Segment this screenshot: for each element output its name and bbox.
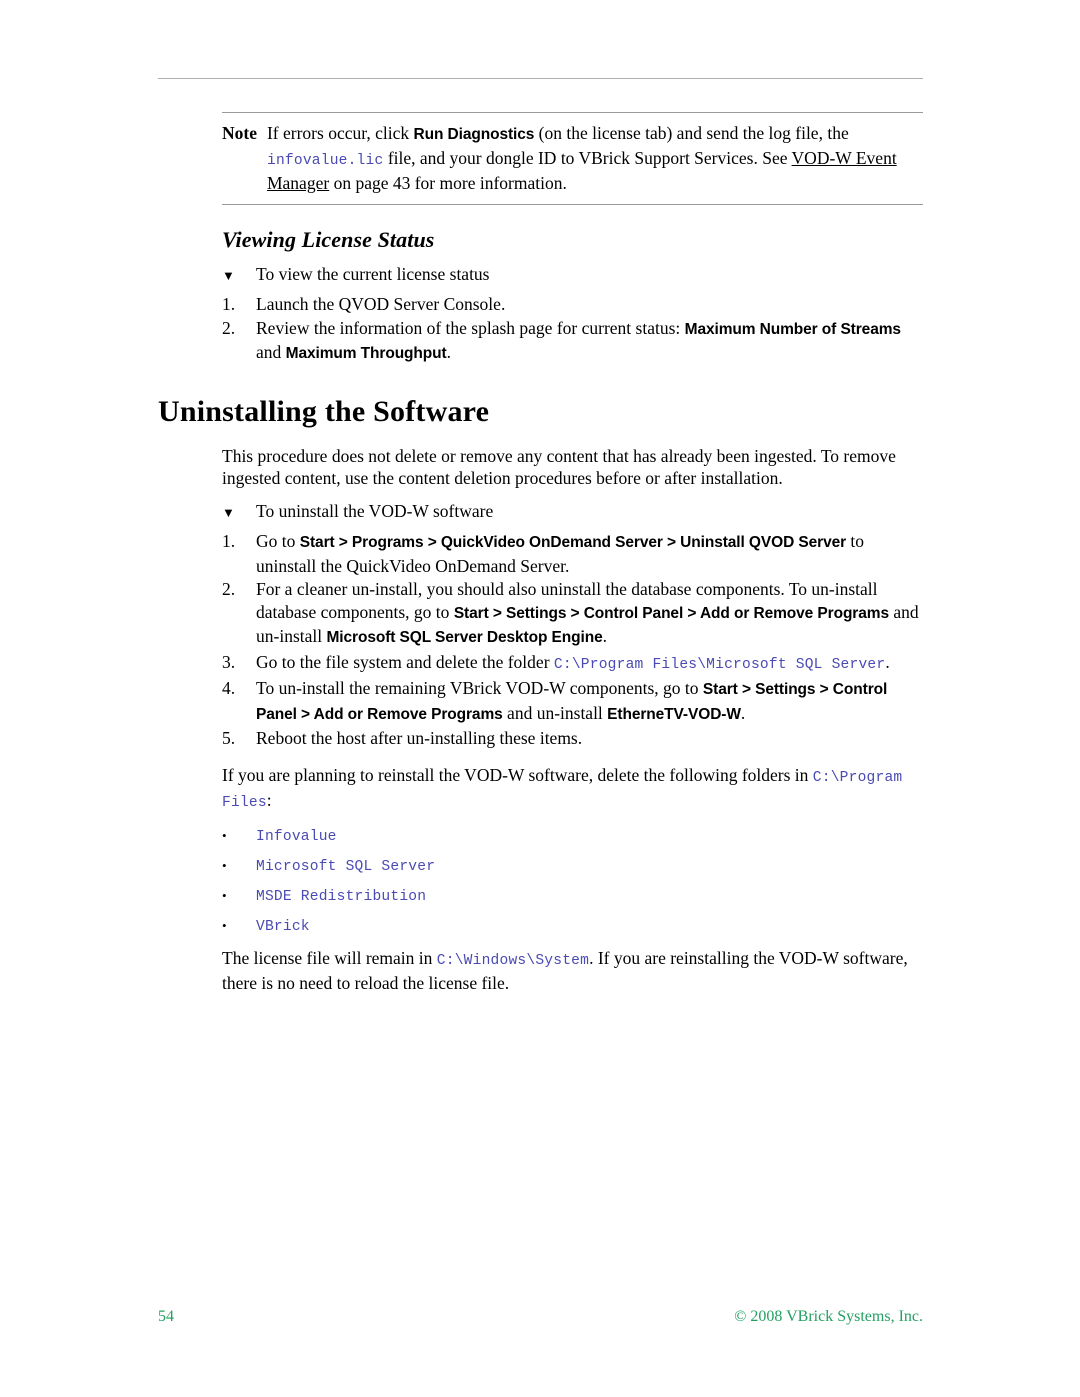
folder-name: VBrick (256, 918, 310, 935)
list-item: • Microsoft SQL Server (222, 857, 923, 875)
folder-name: Microsoft SQL Server (256, 858, 436, 875)
step-text-2: and (256, 342, 286, 362)
step-text: Go to the file system and delete the fol… (256, 651, 923, 677)
license-text-1: The license file will remain in (222, 947, 437, 968)
list-item: • MSDE Redistribution (222, 887, 923, 905)
license-file-paragraph: The license file will remain in C:\Windo… (222, 947, 923, 995)
note-row: Note If errors occur, click Run Diagnost… (222, 122, 923, 195)
license-steps-list: 1. Launch the QVOD Server Console. 2. Re… (222, 293, 923, 366)
reinstall-paragraph: If you are planning to reinstall the VOD… (222, 764, 923, 815)
folder-name: Infovalue (256, 828, 337, 845)
uninstall-procedure-heading: ▼ To uninstall the VOD-W software (222, 500, 923, 525)
step-text-3: . (602, 626, 608, 646)
max-throughput-term: Maximum Throughput (285, 345, 447, 362)
list-item: 1. Launch the QVOD Server Console. (222, 293, 923, 316)
step-number: 4. (222, 678, 236, 698)
list-item: 2. Review the information of the splash … (222, 317, 923, 366)
start-menu-path-term: Start > Programs > QuickVideo OnDemand S… (299, 534, 847, 551)
step-number: 1. (222, 294, 236, 314)
license-procedure-title: To view the current license status (256, 263, 490, 284)
step-text-2: . (885, 651, 890, 672)
note-callout: Note If errors occur, click Run Diagnost… (222, 112, 923, 205)
step-text: To un-install the remaining VBrick VOD-W… (256, 677, 923, 726)
step-number: 3. (222, 651, 236, 672)
step-number: 5. (222, 728, 236, 748)
uninstall-steps-list: 1. Go to Start > Programs > QuickVideo O… (222, 530, 923, 750)
uninstall-intro-paragraph: This procedure does not delete or remove… (222, 445, 896, 489)
header-rule (158, 78, 923, 79)
uninstalling-software-heading: Uninstalling the Software (158, 394, 490, 428)
triangle-marker-icon: ▼ (222, 267, 235, 283)
note-text-3: file, and your dongle ID to VBrick Suppo… (383, 147, 792, 168)
list-item: 2. For a cleaner un-install, you should … (222, 578, 923, 650)
list-item: 5. Reboot the host after un-installing t… (222, 727, 923, 750)
step-text-3: . (740, 702, 746, 723)
note-text-1: If errors occur, click (266, 123, 414, 143)
run-diagnostics-term: Run Diagnostics (413, 126, 535, 143)
copyright-notice: © 2008 VBrick Systems, Inc. (734, 1308, 923, 1325)
step-text: Reboot the host after un-installing thes… (256, 728, 583, 748)
step-text-1: Review the information of the splash pag… (256, 317, 685, 338)
step-number: 2. (222, 579, 236, 599)
step-number: 1. (222, 531, 236, 551)
note-label: Note (222, 123, 257, 143)
uninstall-procedure-title: To uninstall the VOD-W software (256, 500, 494, 521)
reinstall-text-2: : (266, 790, 272, 810)
control-panel-path-term: Start > Settings > Control Panel > Add o… (453, 604, 889, 622)
bullet-icon: • (222, 887, 227, 903)
step-text: Go to Start > Programs > QuickVideo OnDe… (256, 530, 923, 577)
step-text: Review the information of the splash pag… (256, 317, 923, 366)
step-text: For a cleaner un-install, you should als… (256, 578, 923, 650)
bullet-icon: • (222, 827, 227, 843)
list-item: 3. Go to the file system and delete the … (222, 651, 923, 677)
page-content: Note If errors occur, click Run Diagnost… (158, 112, 923, 1003)
step-text-1: Go to the file system and delete the fol… (256, 651, 554, 672)
list-item: 4. To un-install the remaining VBrick VO… (222, 677, 923, 726)
sql-server-folder-path: C:\Program Files\Microsoft SQL Server (553, 656, 886, 673)
folders-to-delete-list: • Infovalue • Microsoft SQL Server • MSD… (222, 827, 923, 935)
page-number: 54 (158, 1308, 174, 1325)
note-body: If errors occur, click Run Diagnostics (… (267, 122, 923, 195)
viewing-license-status-heading: Viewing License Status (222, 226, 435, 252)
folder-name: MSDE Redistribution (256, 888, 427, 905)
page-footer: 54 © 2008 VBrick Systems, Inc. (158, 1308, 923, 1326)
step-text-2: and un-install (502, 702, 608, 723)
infovalue-lic-code: infovalue.lic (266, 152, 384, 169)
bullet-icon: • (222, 917, 227, 933)
sql-desktop-engine-term: Microsoft SQL Server Desktop Engine (326, 629, 603, 646)
step-text-1: Go to (256, 531, 300, 551)
list-item: • Infovalue (222, 827, 923, 845)
note-text-4: on page 43 for more information. (329, 173, 567, 193)
triangle-marker-icon: ▼ (222, 504, 235, 520)
document-page: Note If errors occur, click Run Diagnost… (0, 0, 1080, 1397)
bullet-icon: • (222, 857, 227, 873)
step-text-1: To un-install the remaining VBrick VOD-W… (256, 678, 703, 698)
step-number: 2. (222, 317, 236, 338)
windows-system-path: C:\Windows\System (436, 952, 590, 969)
list-item: • VBrick (222, 917, 923, 935)
max-number-streams-term: Maximum Number of Streams (684, 320, 901, 338)
list-item: 1. Go to Start > Programs > QuickVideo O… (222, 530, 923, 577)
step-text-3: . (446, 342, 451, 362)
step-text: Launch the QVOD Server Console. (256, 294, 506, 314)
license-procedure-heading: ▼ To view the current license status (222, 263, 923, 288)
reinstall-text-1: If you are planning to reinstall the VOD… (222, 764, 813, 785)
ethernetv-vodw-term: EtherneTV-VOD-W (607, 705, 741, 723)
note-text-2: (on the license tab) and send the log fi… (534, 123, 849, 143)
